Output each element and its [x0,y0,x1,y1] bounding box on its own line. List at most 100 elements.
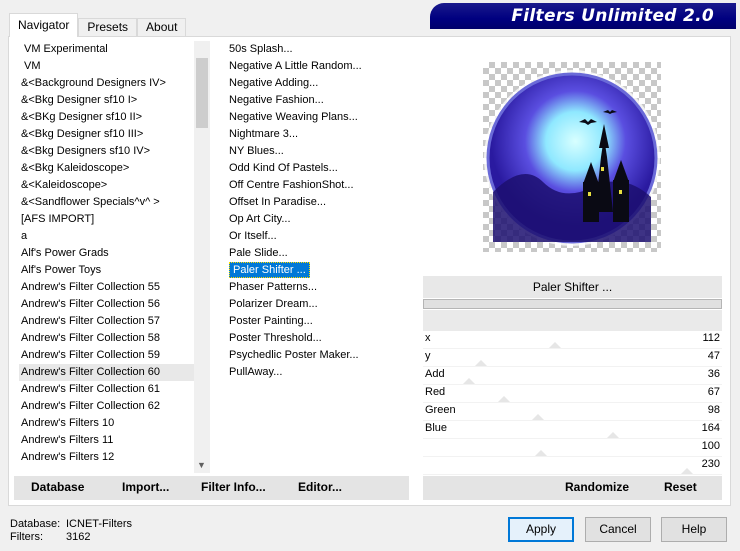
filter-item[interactable]: Off Centre FashionShot... [227,177,417,194]
category-item[interactable]: &<Kaleidoscope> [19,177,194,194]
filter-item[interactable]: Poster Threshold... [227,330,417,347]
slider-value: 100 [701,440,720,452]
import-button[interactable]: Import... [122,480,169,494]
filter-item[interactable]: NY Blues... [227,143,417,160]
status-database-value: ICNET-Filters [66,518,132,530]
slider-row[interactable]: Red 67 [423,385,722,403]
slider-row[interactable]: y 47 [423,349,722,367]
apply-button[interactable]: Apply [508,517,574,542]
tab-about[interactable]: About [137,18,187,37]
cancel-button[interactable]: Cancel [585,517,651,542]
category-item[interactable]: Andrew's Filter Collection 55 [19,279,194,296]
filter-item[interactable]: Negative Adding... [227,75,417,92]
filter-item[interactable]: Op Art City... [227,211,417,228]
filter-info-button[interactable]: Filter Info... [201,480,266,494]
category-item[interactable]: &<Background Designers IV> [19,75,194,92]
title-banner: Filters Unlimited 2.0 [430,3,736,29]
category-item[interactable]: a [19,228,194,245]
slider-thumb[interactable] [681,468,694,474]
category-item[interactable]: Andrew's Filter Collection 62 [19,398,194,415]
filter-item[interactable]: Poster Painting... [227,313,417,330]
filter-item[interactable]: Negative Fashion... [227,92,417,109]
category-item[interactable]: Andrew's Filter Collection 61 [19,381,194,398]
status-database-label: Database: [10,518,61,530]
slider-thumb[interactable] [532,414,545,420]
filter-list[interactable]: 50s Splash... Negative A Little Random...… [227,41,417,473]
list-toolbar: Database Import... Filter Info... Editor… [14,476,409,500]
status-database: Database: ICNET-Filters [10,518,132,530]
slider-row[interactable]: Add 36 [423,367,722,385]
category-item[interactable]: Alf's Power Toys [19,262,194,279]
filter-item[interactable]: Offset In Paradise... [227,194,417,211]
filter-item[interactable]: Psychedlic Poster Maker... [227,347,417,364]
filter-item[interactable]: Negative A Little Random... [227,58,417,75]
category-item[interactable]: Andrew's Filter Collection 57 [19,313,194,330]
slider-row[interactable]: x 112 [423,331,722,349]
filter-item[interactable]: 50s Splash... [227,41,417,58]
category-item[interactable]: VM [19,58,194,75]
filter-item[interactable]: Or Itself... [227,228,417,245]
editor-button[interactable]: Editor... [298,480,342,494]
slider-row[interactable]: 100 [423,439,722,457]
tab-strip: Navigator Presets About [9,13,187,37]
category-item[interactable]: &<Bkg Designer sf10 III> [19,126,194,143]
category-item[interactable]: Andrew's Filters 11 [19,432,194,449]
reset-button[interactable]: Reset [664,480,697,494]
category-item[interactable]: VM Experimental [19,41,194,58]
database-button[interactable]: Database [31,480,84,494]
randomize-button[interactable]: Randomize [565,480,629,494]
slider-thumb[interactable] [606,432,619,438]
param-toolbar: Randomize Reset [423,476,722,500]
slider-row[interactable]: 230 [423,457,722,475]
filter-item[interactable]: Polarizer Dream... [227,296,417,313]
filter-item[interactable]: Nightmare 3... [227,126,417,143]
app-title: Filters Unlimited 2.0 [511,6,714,26]
category-item[interactable]: &<Bkg Designer sf10 I> [19,92,194,109]
filter-item[interactable]: Phaser Patterns... [227,279,417,296]
slider-value: 47 [707,350,720,362]
filter-item[interactable]: PullAway... [227,364,417,381]
help-button[interactable]: Help [661,517,727,542]
current-filter-name: Paler Shifter ... [423,276,722,298]
slider-row[interactable]: Green 98 [423,403,722,421]
category-item[interactable]: Andrew's Filters 10 [19,415,194,432]
category-item[interactable]: &<Bkg Designers sf10 IV> [19,143,194,160]
slider-thumb[interactable] [549,342,562,348]
filter-item[interactable]: Negative Weaving Plans... [227,109,417,126]
filter-item[interactable]: Pale Slide... [227,245,417,262]
category-item[interactable]: &<BKg Designer sf10 II> [19,109,194,126]
slider-thumb[interactable] [534,450,547,456]
scrollbar-thumb[interactable] [196,58,208,128]
category-list[interactable]: VM Experimental VM &<Background Designers … [19,41,194,473]
category-item[interactable]: Andrew's Filter Collection 60 [19,364,194,381]
slider-thumb[interactable] [463,378,476,384]
category-scrollbar[interactable]: ▼ [194,41,210,473]
category-item[interactable]: &<Sandflower Specials^v^ > [19,194,194,211]
slider-thumb[interactable] [497,396,510,402]
category-item[interactable]: [AFS IMPORT] [19,211,194,228]
category-item[interactable]: Andrew's Filter Collection 56 [19,296,194,313]
slider-row[interactable]: Blue 164 [423,421,722,439]
scroll-down-icon[interactable]: ▼ [197,460,206,470]
status-filters: Filters: 3162 [10,531,90,543]
parameter-sliders: x 112 y 47 Add 36 Red 67 Green 98 Blue 164 100 230 [423,331,722,475]
slider-value: 98 [707,404,720,416]
tab-navigator[interactable]: Navigator [9,13,79,37]
category-item[interactable]: Alf's Power Grads [19,245,194,262]
slider-label: Red [425,386,446,398]
category-item[interactable]: Andrew's Filters 12 [19,449,194,466]
slider-thumb[interactable] [474,360,487,366]
slider-label: x [425,332,431,344]
progress-bar [423,299,722,309]
tab-presets[interactable]: Presets [78,18,138,37]
filter-item[interactable]: Odd Kind Of Pastels... [227,160,417,177]
selected-filter-label[interactable]: Paler Shifter ... [229,262,310,278]
category-item[interactable]: &<Bkg Kaleidoscope> [19,160,194,177]
slider-label: Green [425,404,456,416]
category-item[interactable]: Andrew's Filter Collection 58 [19,330,194,347]
filter-item[interactable]: Paler Shifter ... [227,262,417,279]
status-filters-value: 3162 [66,531,91,543]
slider-value: 67 [707,386,720,398]
status-filters-label: Filters: [10,531,43,543]
category-item[interactable]: Andrew's Filter Collection 59 [19,347,194,364]
